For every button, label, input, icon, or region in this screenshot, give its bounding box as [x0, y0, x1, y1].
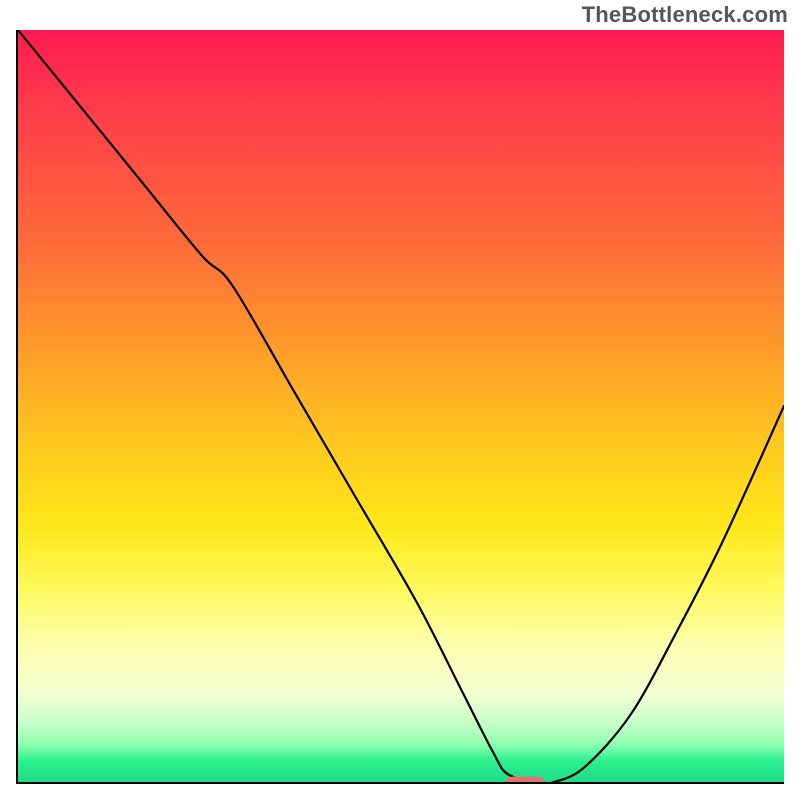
chart-container: TheBottleneck.com	[0, 0, 800, 800]
optimal-marker	[505, 777, 545, 785]
bottleneck-curve	[18, 30, 784, 782]
attribution-label: TheBottleneck.com	[582, 2, 788, 28]
plot-area	[16, 30, 784, 784]
curve-layer	[18, 30, 784, 782]
